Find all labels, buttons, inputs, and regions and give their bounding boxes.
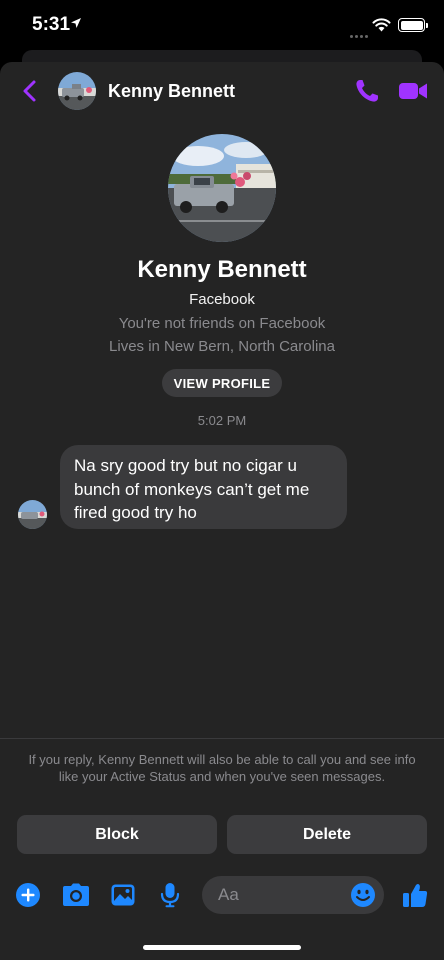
message-timestamp: 5:02 PM xyxy=(197,413,247,428)
thumbs-up-icon[interactable] xyxy=(402,882,428,908)
message-line: bunch of monkeys can’t get me xyxy=(74,479,310,499)
message-input-container[interactable] xyxy=(202,876,384,914)
message-bubble[interactable]: Na sry good try but no cigar u bunch of … xyxy=(60,445,347,529)
conversation-card: Kenny Bennett Kenny Bennett Facebook You… xyxy=(0,62,444,960)
message-input[interactable] xyxy=(218,876,348,914)
profile-source: Facebook xyxy=(189,291,255,308)
view-profile-button[interactable]: VIEW PROFILE xyxy=(162,369,282,397)
video-camera-icon[interactable] xyxy=(398,80,428,102)
status-time: 5:31 xyxy=(32,14,71,35)
avatar[interactable] xyxy=(18,500,47,529)
location-arrow-icon xyxy=(71,18,81,28)
composer-bar xyxy=(0,872,444,918)
delete-button[interactable]: Delete xyxy=(227,815,427,854)
photo-icon[interactable] xyxy=(110,882,136,908)
conversation-header: Kenny Bennett xyxy=(0,62,444,122)
phone-icon[interactable] xyxy=(354,78,380,104)
request-notice: If you reply, Kenny Bennett will also be… xyxy=(28,752,416,784)
profile-name: Kenny Bennett xyxy=(137,256,307,283)
back-chevron-icon[interactable] xyxy=(18,76,42,106)
block-button[interactable]: Block xyxy=(17,815,217,854)
status-bar: 5:31 xyxy=(0,0,444,52)
message-line: fired good try ho xyxy=(74,503,197,522)
wifi-icon xyxy=(372,18,391,32)
profile-location: Lives in New Bern, North Carolina xyxy=(109,338,335,355)
camera-icon[interactable] xyxy=(62,882,90,908)
cellular-icon xyxy=(350,25,370,43)
message-line: Na sry good try but no cigar u xyxy=(74,456,298,475)
avatar[interactable] xyxy=(58,72,96,110)
battery-icon xyxy=(398,18,428,32)
profile-photo[interactable] xyxy=(168,134,276,242)
plus-circle-icon[interactable] xyxy=(15,882,41,908)
emoji-icon[interactable] xyxy=(350,882,376,908)
microphone-icon[interactable] xyxy=(157,882,183,908)
home-indicator[interactable] xyxy=(143,945,301,950)
friend-status: You're not friends on Facebook xyxy=(118,315,326,332)
header-contact-name[interactable]: Kenny Bennett xyxy=(108,81,235,102)
divider xyxy=(0,738,444,739)
